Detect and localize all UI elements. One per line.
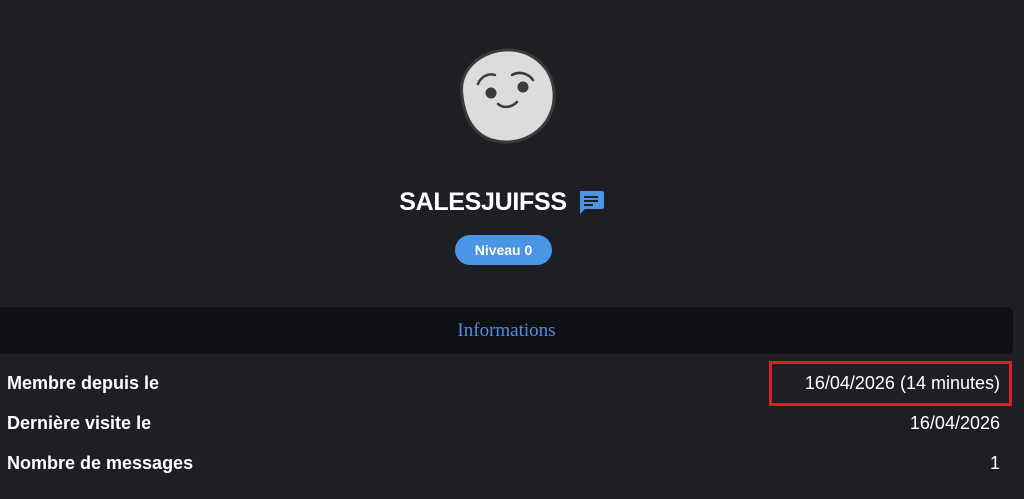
- info-value: 16/04/2026: [909, 412, 1000, 433]
- info-row-message-count: Nombre de messages 1: [7, 449, 1000, 477]
- chat-message-icon[interactable]: [577, 189, 605, 215]
- info-value: 16/04/2026 (14 minutes): [804, 372, 1000, 393]
- info-row-last-visit: Dernière visite le 16/04/2026: [7, 409, 1000, 437]
- info-section-header[interactable]: Informations: [0, 307, 1013, 354]
- info-label: Nombre de messages: [7, 452, 194, 473]
- username-row: SALESJUIFSS: [0, 184, 1004, 220]
- avatar: [460, 48, 556, 144]
- profile-page: SALESJUIFSS Niveau 0 Informations Membre…: [0, 0, 1024, 499]
- info-label: Dernière visite le: [7, 412, 152, 433]
- info-section-title: Informations: [457, 319, 556, 341]
- info-row-member-since: Membre depuis le 16/04/2026 (14 minutes): [7, 369, 1000, 397]
- username: SALESJUIFSS: [399, 187, 567, 216]
- info-value: 1: [989, 452, 1000, 473]
- level-badge: Niveau 0: [455, 235, 552, 265]
- info-label: Membre depuis le: [7, 372, 160, 393]
